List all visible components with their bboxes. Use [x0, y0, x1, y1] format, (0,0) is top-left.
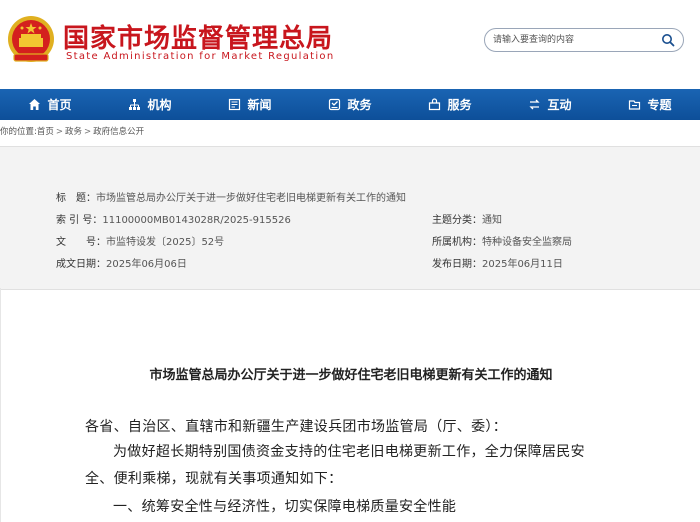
nav-label-home: 首页 [47, 98, 72, 112]
site-header: 国家市场监督管理总局 State Administration for Mark… [0, 0, 700, 88]
org-icon [129, 99, 141, 110]
interaction-icon [529, 99, 541, 110]
nav-item-service[interactable]: 服务 [400, 89, 500, 120]
meta-topic-label: 主题分类： [432, 215, 482, 226]
meta-doc-number-value: 市监特设发〔2025〕52号 [106, 237, 225, 248]
breadcrumb-prefix: 你的位置: [0, 127, 37, 137]
government-icon [329, 98, 341, 111]
breadcrumb-separator: > [84, 127, 92, 137]
site-title: 国家市场监督管理总局 [63, 24, 334, 54]
nav-item-news[interactable]: 新闻 [200, 89, 300, 120]
nav-label-news: 新闻 [247, 98, 272, 112]
site-subtitle: State Administration for Market Regulati… [66, 51, 335, 62]
nav-label-topic: 专题 [647, 98, 672, 112]
breadcrumb-info-disclosure[interactable]: 政府信息公开 [93, 127, 144, 137]
breadcrumb-separator: > [55, 127, 64, 137]
nav-item-topic[interactable]: 专题 [600, 89, 700, 120]
document-meta: 标 题：市场监管总局办公厅关于进一步做好住宅老旧电梯更新有关工作的通知 索 引 … [0, 146, 700, 290]
service-icon [429, 98, 441, 111]
home-icon [29, 99, 41, 110]
meta-doc-number-row: 文 号：市监特设发〔2025〕52号 [56, 233, 224, 248]
article-body: 市场监管总局办公厅关于进一步做好住宅老旧电梯更新有关工作的通知 各省、自治区、直… [0, 288, 700, 522]
meta-title-value: 市场监管总局办公厅关于进一步做好住宅老旧电梯更新有关工作的通知 [96, 193, 406, 204]
nav-label-service: 服务 [447, 98, 472, 112]
article-paragraph-line: 全、便利乘梯，现就有关事项通知如下： [85, 471, 343, 487]
meta-org-row: 所属机构：特种设备安全监察局 [432, 233, 572, 248]
nav-label-org: 机构 [147, 98, 172, 112]
meta-doc-number-label: 文 号： [56, 237, 106, 248]
search-input[interactable] [493, 32, 653, 48]
meta-created-label: 成文日期： [56, 259, 106, 270]
national-emblem-icon[interactable] [6, 14, 56, 66]
meta-title-label: 标 题： [56, 193, 96, 204]
breadcrumb-government[interactable]: 政务 [65, 127, 82, 137]
topic-icon [629, 100, 641, 110]
breadcrumb-home[interactable]: 首页 [37, 127, 54, 137]
nav-label-government: 政务 [347, 98, 372, 112]
news-icon [229, 98, 241, 111]
search-icon[interactable] [661, 33, 675, 47]
article-salutation: 各省、自治区、直辖市和新疆生产建设兵团市场监管局（厅、委）： [85, 419, 507, 435]
meta-org-label: 所属机构： [432, 237, 482, 248]
nav-label-interaction: 互动 [547, 98, 572, 112]
nav-item-home[interactable]: 首页 [0, 89, 100, 120]
meta-published-value: 2025年06月11日 [482, 259, 563, 270]
meta-org-value: 特种设备安全监察局 [482, 237, 572, 248]
meta-index-value: 11100000MB0143028R/2025-915526 [102, 215, 291, 226]
meta-title-row: 标 题：市场监管总局办公厅关于进一步做好住宅老旧电梯更新有关工作的通知 [56, 189, 406, 204]
nav-item-interaction[interactable]: 互动 [500, 89, 600, 120]
article-section-heading: 一、统筹安全性与经济性，切实保障电梯质量安全性能 [113, 499, 457, 515]
meta-topic-row: 主题分类：通知 [432, 211, 502, 226]
meta-index-row: 索 引 号：11100000MB0143028R/2025-915526 [56, 211, 291, 226]
article-title: 市场监管总局办公厅关于进一步做好住宅老旧电梯更新有关工作的通知 [149, 368, 553, 383]
breadcrumb: 你的位置:首页 > 政务 > 政府信息公开 [0, 125, 144, 139]
nav-item-government[interactable]: 政务 [300, 89, 400, 120]
article-paragraph-line: 为做好超长期特别国债资金支持的住宅老旧电梯更新工作，全力保障居民安 [113, 444, 585, 460]
meta-topic-value: 通知 [482, 215, 502, 226]
nav-item-org[interactable]: 机构 [100, 89, 200, 120]
search-box [484, 28, 684, 52]
main-nav: 首页 机构 新闻 政务 服务 互动 专题 [0, 89, 700, 120]
meta-created-value: 2025年06月06日 [106, 259, 187, 270]
meta-index-label: 索 引 号： [56, 215, 103, 226]
meta-created-row: 成文日期：2025年06月06日 [56, 255, 187, 270]
meta-published-label: 发布日期： [432, 259, 482, 270]
meta-published-row: 发布日期：2025年06月11日 [432, 255, 563, 270]
